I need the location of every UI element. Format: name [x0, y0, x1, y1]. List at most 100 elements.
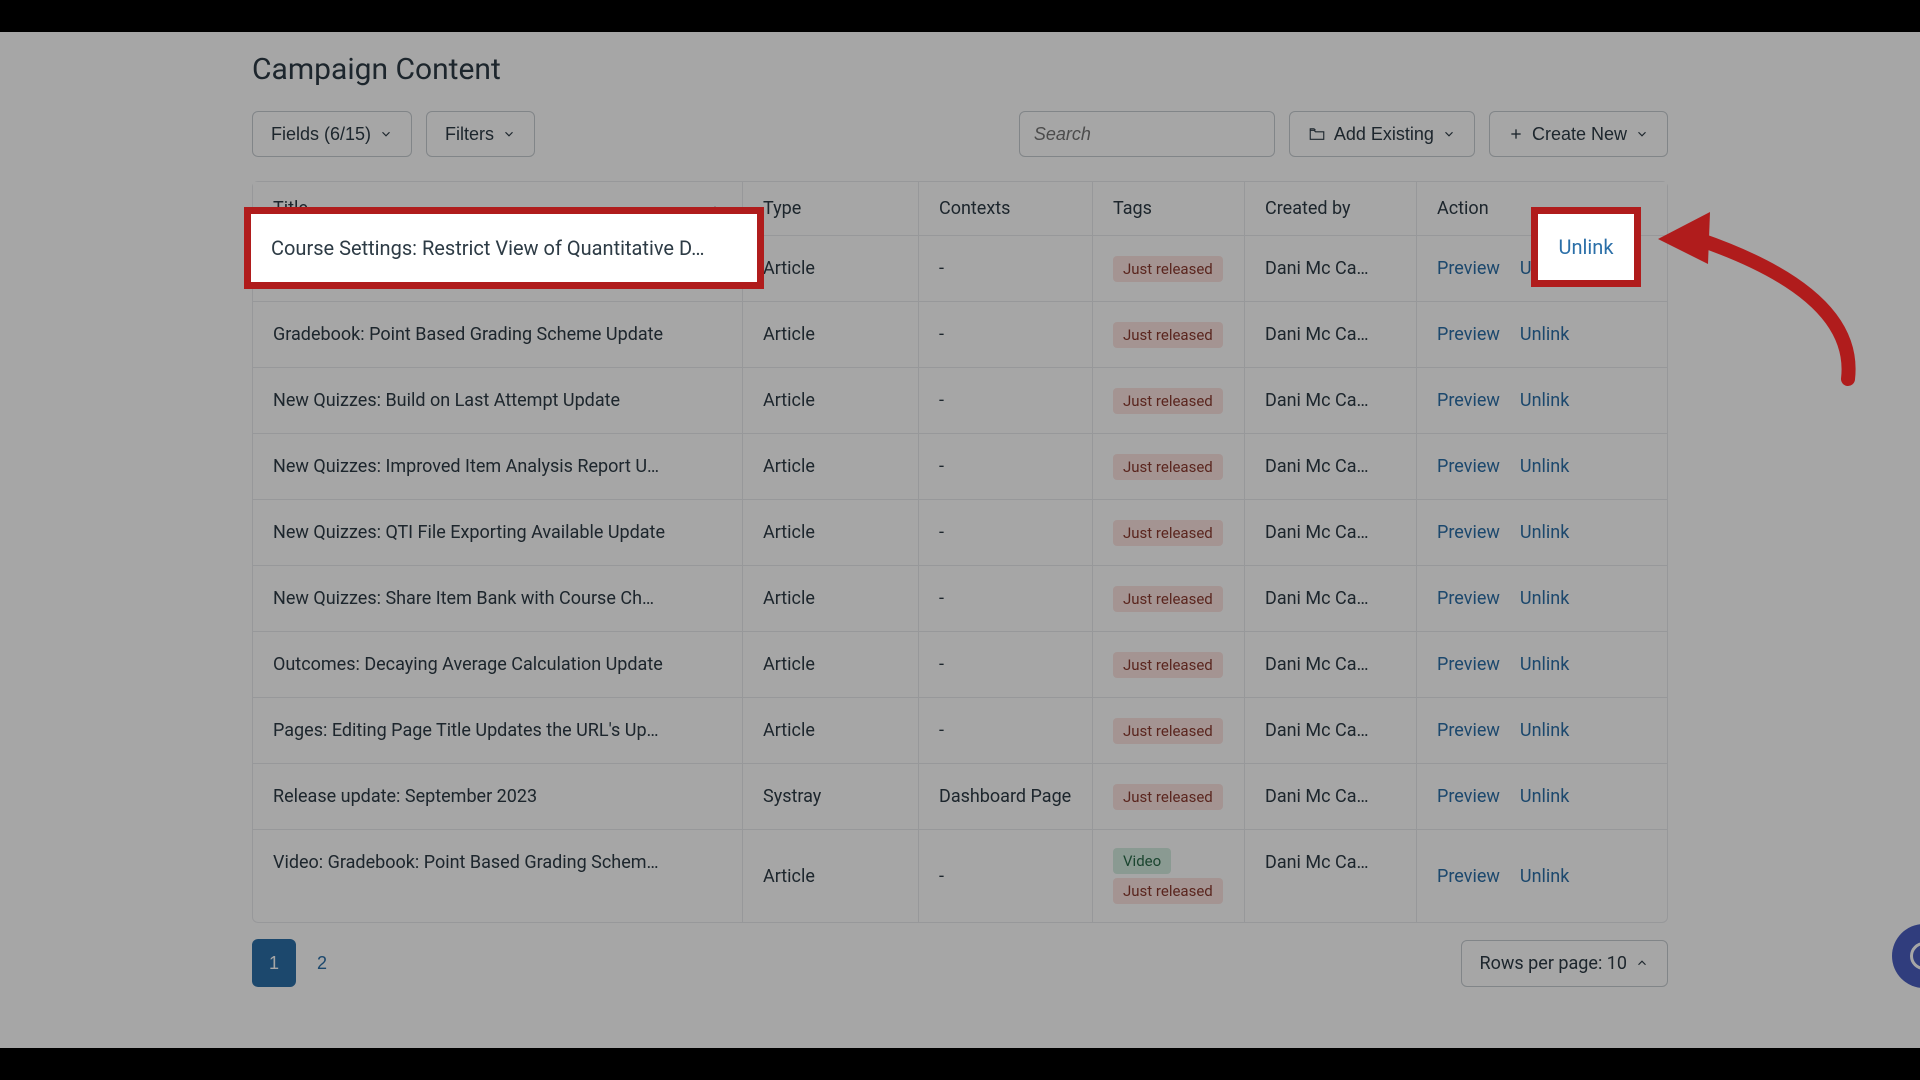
cell-action: Preview Unlink: [1417, 830, 1667, 922]
preview-link[interactable]: Preview: [1437, 866, 1500, 887]
cell-created-by: Dani Mc Ca…: [1245, 302, 1417, 367]
cell-contexts: -: [919, 500, 1093, 565]
highlight-title-callout: Course Settings: Restrict View of Quanti…: [244, 207, 764, 289]
table-row: Outcomes: Decaying Average Calculation U…: [253, 632, 1667, 698]
arrow-annotation: [1648, 204, 1868, 394]
column-header-contexts[interactable]: Contexts: [919, 182, 1093, 235]
rows-per-page-dropdown[interactable]: Rows per page: 10: [1461, 940, 1668, 987]
cell-contexts: -: [919, 434, 1093, 499]
preview-link[interactable]: Preview: [1437, 456, 1500, 477]
table-footer: 1 2 Rows per page: 10: [252, 939, 1668, 987]
cell-created-by: Dani Mc Ca…: [1245, 764, 1417, 829]
cell-created-by: Dani Mc Ca…: [1245, 236, 1417, 301]
fields-label: Fields (6/15): [271, 124, 371, 145]
cell-tags: Video Just released: [1093, 830, 1245, 922]
preview-link[interactable]: Preview: [1437, 522, 1500, 543]
table-row: Video: Gradebook: Point Based Grading Sc…: [253, 830, 1667, 922]
toolbar-left: Fields (6/15) Filters: [252, 111, 535, 157]
cell-type: Article: [743, 566, 919, 631]
filters-dropdown[interactable]: Filters: [426, 111, 535, 157]
unlink-link[interactable]: Unlink: [1520, 588, 1569, 609]
add-existing-button[interactable]: Add Existing: [1289, 111, 1475, 157]
cell-contexts: -: [919, 698, 1093, 763]
cell-title[interactable]: Video: Gradebook: Point Based Grading Sc…: [253, 830, 743, 922]
cell-type: Article: [743, 698, 919, 763]
cell-tags: Just released: [1093, 698, 1245, 763]
toolbar-right: Add Existing Create New: [1019, 111, 1668, 157]
table-body: Course Settings: Restrict View of Quanti…: [253, 236, 1667, 922]
cell-action: Preview Unlink: [1417, 302, 1667, 367]
cell-created-by: Dani Mc Ca…: [1245, 434, 1417, 499]
preview-link[interactable]: Preview: [1437, 588, 1500, 609]
preview-link[interactable]: Preview: [1437, 324, 1500, 345]
cell-title[interactable]: New Quizzes: Build on Last Attempt Updat…: [253, 368, 743, 433]
column-header-tags[interactable]: Tags: [1093, 182, 1245, 235]
cell-contexts: -: [919, 566, 1093, 631]
unlink-link[interactable]: Unlink: [1520, 390, 1569, 411]
tag-video: Video: [1113, 848, 1171, 874]
cell-title[interactable]: New Quizzes: QTI File Exporting Availabl…: [253, 500, 743, 565]
cell-created-by: Dani Mc Ca…: [1245, 368, 1417, 433]
unlink-link[interactable]: Unlink: [1520, 522, 1569, 543]
cell-type: Article: [743, 236, 919, 301]
highlight-title-text: Course Settings: Restrict View of Quanti…: [271, 236, 704, 260]
help-fab[interactable]: [1892, 924, 1920, 988]
cell-tags: Just released: [1093, 434, 1245, 499]
page-title: Campaign Content: [252, 52, 1668, 87]
unlink-link[interactable]: Unlink: [1520, 786, 1569, 807]
cell-tags: Just released: [1093, 302, 1245, 367]
tag-just-released: Just released: [1113, 718, 1223, 744]
tag-just-released: Just released: [1113, 878, 1223, 904]
tag-just-released: Just released: [1113, 586, 1223, 612]
cell-title[interactable]: Release update: September 2023: [253, 764, 743, 829]
folder-open-icon: [1308, 125, 1326, 143]
tag-just-released: Just released: [1113, 454, 1223, 480]
unlink-link[interactable]: Unlink: [1520, 324, 1569, 345]
column-header-created-by[interactable]: Created by: [1245, 182, 1417, 235]
letterbox-top: [0, 0, 1920, 32]
cell-title[interactable]: New Quizzes: Share Item Bank with Course…: [253, 566, 743, 631]
cell-tags: Just released: [1093, 764, 1245, 829]
column-header-type[interactable]: Type: [743, 182, 919, 235]
cell-contexts: -: [919, 830, 1093, 922]
page-2-button[interactable]: 2: [300, 939, 344, 987]
page-1-button[interactable]: 1: [252, 939, 296, 987]
content-table: Title Type Contexts Tags Created by Acti…: [252, 181, 1668, 923]
cell-action: Preview Unlink: [1417, 368, 1667, 433]
letterbox-bottom: [0, 1048, 1920, 1080]
cell-tags: Just released: [1093, 368, 1245, 433]
cell-title[interactable]: Outcomes: Decaying Average Calculation U…: [253, 632, 743, 697]
chevron-down-icon: [1442, 127, 1456, 141]
create-new-button[interactable]: Create New: [1489, 111, 1668, 157]
highlight-unlink-callout: Unlink: [1531, 207, 1641, 287]
cell-contexts: -: [919, 236, 1093, 301]
table-row: New Quizzes: Build on Last Attempt Updat…: [253, 368, 1667, 434]
cell-contexts: -: [919, 368, 1093, 433]
fields-dropdown[interactable]: Fields (6/15): [252, 111, 412, 157]
cell-contexts: -: [919, 302, 1093, 367]
search-box[interactable]: [1019, 111, 1275, 157]
cell-contexts: -: [919, 632, 1093, 697]
preview-link[interactable]: Preview: [1437, 720, 1500, 741]
add-existing-label: Add Existing: [1334, 124, 1434, 145]
cell-title[interactable]: New Quizzes: Improved Item Analysis Repo…: [253, 434, 743, 499]
cell-title[interactable]: Gradebook: Point Based Grading Scheme Up…: [253, 302, 743, 367]
preview-link[interactable]: Preview: [1437, 390, 1500, 411]
cell-type: Article: [743, 500, 919, 565]
unlink-link[interactable]: Unlink: [1520, 866, 1569, 887]
tag-just-released: Just released: [1113, 256, 1223, 282]
create-new-label: Create New: [1532, 124, 1627, 145]
preview-link[interactable]: Preview: [1437, 786, 1500, 807]
chevron-down-icon: [502, 127, 516, 141]
preview-link[interactable]: Preview: [1437, 258, 1500, 279]
unlink-link[interactable]: Unlink: [1520, 654, 1569, 675]
table-row: New Quizzes: QTI File Exporting Availabl…: [253, 500, 1667, 566]
cell-action: Preview Unlink: [1417, 764, 1667, 829]
search-input[interactable]: [1034, 124, 1268, 145]
preview-link[interactable]: Preview: [1437, 654, 1500, 675]
unlink-link[interactable]: Unlink: [1520, 456, 1569, 477]
table-row: Release update: September 2023SystrayDas…: [253, 764, 1667, 830]
cell-tags: Just released: [1093, 500, 1245, 565]
unlink-link[interactable]: Unlink: [1520, 720, 1569, 741]
cell-title[interactable]: Pages: Editing Page Title Updates the UR…: [253, 698, 743, 763]
